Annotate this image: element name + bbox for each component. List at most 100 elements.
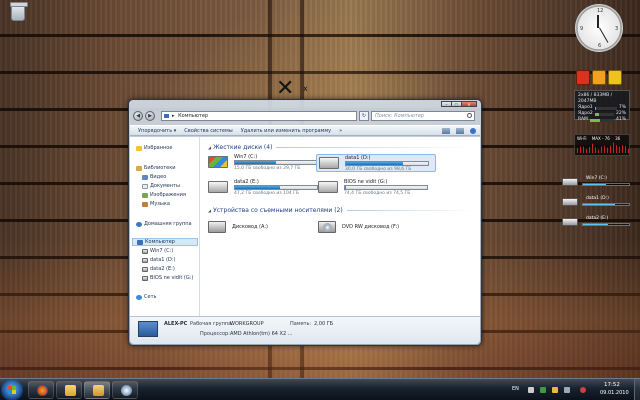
- nav-item-documents[interactable]: Документы: [142, 183, 180, 189]
- hard-drive-icon: [142, 266, 148, 272]
- nav-item-images[interactable]: Изображения: [142, 192, 186, 198]
- nav-item-label: Компьютер: [145, 239, 175, 245]
- clock-time[interactable]: 17:52: [604, 382, 620, 388]
- nav-item-drive-e[interactable]: data2 (E:): [142, 266, 175, 272]
- address-bar[interactable]: ▸ Компьютер: [161, 111, 357, 121]
- show-desktop-button[interactable]: [634, 379, 640, 400]
- clock-numeral: 3: [615, 26, 619, 32]
- music-icon: [142, 201, 148, 207]
- view-options-icon[interactable]: [442, 127, 450, 134]
- search-input[interactable]: Поиск: Компьютер: [371, 111, 475, 121]
- restart-icon[interactable]: [592, 70, 606, 85]
- nav-item-drive-d[interactable]: data1 (D:): [142, 257, 175, 263]
- nav-item-drive-g[interactable]: BIOS ne vidit (G:): [142, 275, 193, 281]
- drive-gadget-e[interactable]: data2 (E:): [560, 216, 636, 230]
- nav-item-favorites[interactable]: Избранное: [136, 145, 172, 151]
- system-properties-button[interactable]: Свойства системы: [184, 128, 232, 134]
- hard-drive-icon: [562, 218, 578, 226]
- nav-item-drive-c[interactable]: Win7 (C:): [142, 248, 173, 254]
- group-header-label: Жесткие диски (4): [213, 144, 273, 151]
- wallpaper-small-x-mark: x: [303, 84, 308, 93]
- nav-item-libraries[interactable]: Библиотеки: [136, 165, 176, 171]
- cpu-label: Процессор:: [200, 331, 230, 337]
- collapse-triangle-icon: ◢: [208, 145, 212, 150]
- more-commands-button[interactable]: »: [339, 128, 342, 134]
- clock-numeral: 6: [598, 43, 602, 49]
- drive-gadget-label: data1 (D:): [586, 196, 609, 201]
- hard-drive-icon: [562, 178, 578, 186]
- navigation-pane: Избранное Библиотеки Видео Документы Изо…: [130, 137, 200, 316]
- network-tray-icon[interactable]: [540, 387, 546, 393]
- drive-item-d[interactable]: data1 (D:) 30,0 ГБ свободно из 98,6 ГБ: [316, 154, 436, 172]
- nav-item-video[interactable]: Видео: [142, 174, 166, 180]
- collapse-triangle-icon: ◢: [208, 208, 212, 213]
- drive-item-f[interactable]: DVD RW дисковод (F:): [316, 219, 436, 235]
- wifi-graph: [577, 142, 629, 153]
- clock-numeral: 9: [580, 26, 584, 32]
- wifi-right-value: 36: [615, 136, 621, 141]
- search-placeholder: Поиск: Компьютер: [375, 113, 425, 119]
- hard-drive-icon: [319, 157, 339, 169]
- drive-item-e[interactable]: data2 (E:) 47,2 ГБ свободно из 104 ГБ: [206, 179, 326, 197]
- taskbar-explorer-window[interactable]: [84, 381, 110, 399]
- nav-item-label: Музыка: [150, 201, 170, 207]
- taskbar-firefox[interactable]: [28, 381, 54, 399]
- taskbar-explorer-folder[interactable]: [56, 381, 82, 399]
- hard-drive-icon: [142, 275, 148, 281]
- drive-gadget-label: data2 (E:): [586, 216, 609, 221]
- organize-button[interactable]: Упорядочить ▾: [138, 128, 176, 134]
- close-button[interactable]: ✕: [461, 101, 477, 107]
- cpu-meter-gadget[interactable]: 2x86 / 833MB / 2047MB Ядро1 7% Ядро2 22%…: [574, 90, 630, 122]
- hard-drive-icon: [142, 248, 148, 254]
- volume-icon[interactable]: [564, 387, 570, 393]
- removable-devices-header[interactable]: ◢ Устройства со съемными носителями (2): [208, 207, 474, 214]
- meter-row-label: RAM: [578, 117, 588, 122]
- tray-icon[interactable]: [528, 387, 534, 393]
- help-icon[interactable]: [470, 127, 476, 134]
- lock-icon[interactable]: [608, 70, 622, 85]
- nav-item-network[interactable]: Сеть: [136, 294, 156, 300]
- navigation-bar: ◀ ▶ ▸ Компьютер ↻ Поиск: Компьютер: [131, 109, 479, 123]
- taskbar-media[interactable]: [112, 381, 138, 399]
- recycle-bin-desktop-icon[interactable]: [6, 2, 30, 21]
- memory-label: Память:: [290, 321, 312, 327]
- preview-pane-icon[interactable]: [456, 127, 464, 134]
- video-icon: [142, 174, 148, 180]
- drive-item-g[interactable]: BIOS ne vidit (G:) 74,4 ГБ свободно из 7…: [316, 179, 436, 197]
- uninstall-program-button[interactable]: Удалить или изменить программу: [241, 128, 331, 134]
- nav-item-label: Изображения: [150, 192, 186, 198]
- nav-item-music[interactable]: Музыка: [142, 201, 170, 207]
- clock-minute-hand: [599, 27, 609, 43]
- command-bar-right: [442, 127, 476, 134]
- clock-date[interactable]: 09.01.2010: [600, 390, 629, 396]
- back-button[interactable]: ◀: [133, 111, 143, 121]
- drive-free-space: 15,0 ГБ свободно из 29,7 ГБ: [234, 166, 301, 171]
- action-center-icon[interactable]: [552, 387, 558, 393]
- hard-disks-header[interactable]: ◢ Жесткие диски (4): [208, 144, 474, 151]
- meter-bar: [589, 118, 614, 122]
- nav-item-homegroup[interactable]: Домашняя группа: [136, 221, 192, 227]
- explorer-window[interactable]: – ▢ ✕ ◀ ▶ ▸ Компьютер ↻ Поиск: Компьютер…: [128, 99, 482, 346]
- power-control-gadget[interactable]: [576, 70, 624, 86]
- forward-button[interactable]: ▶: [145, 111, 155, 121]
- drive-item-a[interactable]: Дисковод (A:): [206, 219, 326, 235]
- drive-gadget-bar: [582, 183, 630, 186]
- dvd-drive-icon: [318, 221, 336, 233]
- drive-gadget-d[interactable]: data1 (D:): [560, 196, 636, 210]
- tray-icon[interactable]: [580, 387, 586, 393]
- nav-item-computer[interactable]: Компьютер: [132, 238, 198, 246]
- drive-item-c[interactable]: Win7 (C:) 15,0 ГБ свободно из 29,7 ГБ: [206, 154, 326, 172]
- clock-gadget[interactable]: 12 3 6 9: [575, 4, 623, 52]
- nav-item-label: Домашняя группа: [144, 221, 192, 227]
- wifi-meter-gadget[interactable]: Wi-Fi MAX - 76 36: [574, 134, 630, 156]
- hard-drive-icon: [208, 181, 228, 193]
- drive-gadget-c[interactable]: Win7 (C:): [560, 176, 636, 190]
- drive-usage-bar: [344, 185, 428, 190]
- window-controls: – ▢ ✕: [441, 101, 477, 107]
- start-button[interactable]: [1, 379, 23, 400]
- clock-numeral: 12: [597, 8, 604, 14]
- power-off-icon[interactable]: [576, 70, 590, 85]
- language-indicator[interactable]: EN: [512, 386, 519, 392]
- hard-drive-icon: [318, 181, 338, 193]
- refresh-button[interactable]: ↻: [359, 111, 369, 121]
